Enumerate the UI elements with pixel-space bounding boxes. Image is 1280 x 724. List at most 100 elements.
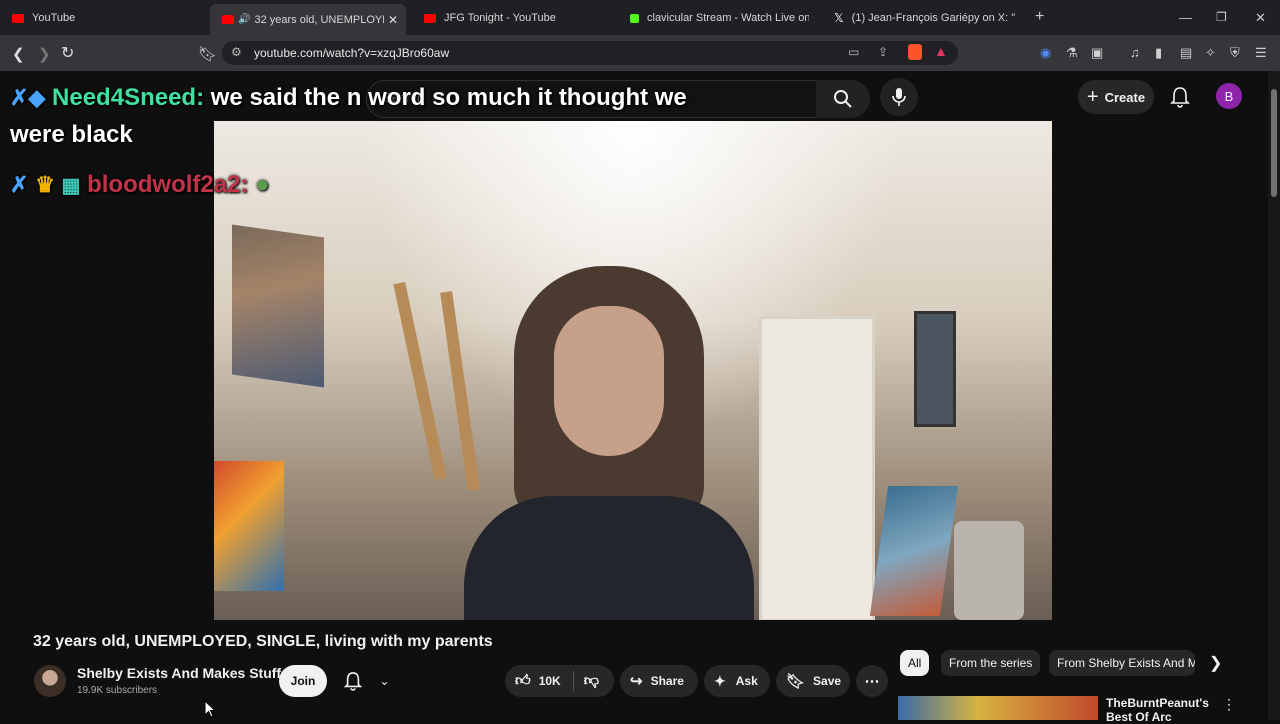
leo-icon[interactable]: ✧ xyxy=(1205,45,1216,61)
framed-picture xyxy=(914,311,956,427)
share-button[interactable]: ↪ Share xyxy=(620,665,698,697)
chat-message-1-continued: were black xyxy=(10,121,133,149)
more-actions-button[interactable]: ⋯ xyxy=(856,665,888,697)
subscriber-count: 19.9K subscribers xyxy=(77,685,158,696)
more-horizontal-icon: ⋯ xyxy=(864,673,880,690)
restore-icon[interactable]: ❐ xyxy=(1216,10,1227,24)
chat-message-1: ✗◆ Need4Sneed: we said the n word so muc… xyxy=(10,84,687,112)
kick-favicon-icon xyxy=(630,13,639,23)
url-text: youtube.com/watch?v=xzqJBro60aw xyxy=(254,46,450,60)
ask-label: Ask xyxy=(735,674,758,688)
menu-icon[interactable]: ☰ xyxy=(1255,45,1267,61)
search-button[interactable] xyxy=(816,80,870,118)
save-label: Save xyxy=(813,674,842,688)
reload-icon[interactable]: ↻ xyxy=(61,43,74,63)
video-player[interactable] xyxy=(214,121,1052,620)
chat-badge-icon: ▦ xyxy=(61,175,81,197)
create-button[interactable]: + Create xyxy=(1078,80,1154,114)
video-title: 32 years old, UNEMPLOYED, SINGLE, living… xyxy=(33,633,493,650)
brave-shield-icon[interactable] xyxy=(908,44,922,60)
join-button[interactable]: Join xyxy=(279,665,327,697)
recommendation-title-line: Best Of Arc xyxy=(1106,710,1172,724)
close-tab-icon[interactable]: ✕ xyxy=(388,13,398,27)
extensions-icon[interactable]: ⚗ xyxy=(1066,45,1078,61)
forward-icon[interactable]: ❯ xyxy=(38,45,51,63)
bookmark-icon[interactable]: 🔖︎ xyxy=(198,45,217,63)
tab-youtube[interactable]: YouTube xyxy=(0,4,200,32)
avatar-letter: B xyxy=(1224,88,1234,104)
like-dislike-group: 👍︎ 10K 👎︎ xyxy=(505,665,614,697)
notifications-bell-icon[interactable] xyxy=(1170,86,1190,108)
scrollbar-thumb[interactable] xyxy=(1271,89,1277,197)
bell-icon xyxy=(344,672,363,691)
chevron-down-icon: ⌄ xyxy=(379,674,390,688)
extension-2-icon[interactable]: ▣ xyxy=(1091,45,1103,61)
like-count[interactable]: 10K xyxy=(539,674,561,688)
microphone-icon xyxy=(892,88,906,106)
recommendation-thumbnail[interactable] xyxy=(898,696,1098,720)
like-icon[interactable]: 👍︎ xyxy=(515,672,531,690)
browser-tab-bar: YouTube 🔊 32 years old, UNEMPLOYED, S ✕ … xyxy=(0,0,1280,35)
minimize-icon[interactable]: — xyxy=(1179,10,1192,25)
extension-1-icon[interactable]: ◉ xyxy=(1040,45,1051,61)
chip-all[interactable]: All xyxy=(900,650,930,676)
mouse-cursor-icon xyxy=(204,700,216,718)
notification-settings-button[interactable]: ⌄ xyxy=(336,666,398,696)
chat-username: Need4Sneed: xyxy=(52,84,205,111)
share-label: Share xyxy=(650,674,684,688)
channel-name[interactable]: Shelby Exists And Makes Stuff xyxy=(77,665,281,681)
ask-button[interactable]: ✦ Ask xyxy=(704,665,770,697)
wallet-icon[interactable]: ▤ xyxy=(1180,45,1192,61)
chip-from-series[interactable]: From the series xyxy=(941,650,1041,676)
account-avatar[interactable]: B xyxy=(1216,83,1242,109)
new-tab-icon[interactable]: + xyxy=(1035,8,1044,26)
save-icon: 🔖︎ xyxy=(786,673,806,690)
tab-label: clavicular Stream - Watch Live on Kic xyxy=(647,12,809,24)
voice-search-button[interactable] xyxy=(880,78,918,116)
site-settings-icon[interactable]: ⚙ xyxy=(231,45,242,59)
tab-label: YouTube xyxy=(32,12,76,24)
speaker-icon: 🔊 xyxy=(238,14,251,25)
media-icon[interactable]: ♫ xyxy=(1130,45,1140,60)
x-logo-icon: 𝕏 xyxy=(834,11,844,25)
address-bar[interactable]: ⚙ youtube.com/watch?v=xzqJBro60aw ▭ ⇪ ▲ xyxy=(222,41,958,65)
cast-icon[interactable]: ▭ xyxy=(848,45,859,59)
share-icon: ↪ xyxy=(630,673,643,690)
chevron-right-icon[interactable]: ❯ xyxy=(1209,653,1222,673)
divider xyxy=(572,671,574,691)
vpn-icon[interactable]: ⛨ xyxy=(1230,45,1240,61)
recommendation-title-line: TheBurntPeanut's xyxy=(1106,696,1209,710)
wall-painting xyxy=(232,224,324,388)
back-icon[interactable]: ❮ xyxy=(12,45,25,63)
tab-kick-stream[interactable]: clavicular Stream - Watch Live on Kic xyxy=(618,4,814,32)
floral-painting xyxy=(214,461,284,591)
tab-jfg-tonight[interactable]: JFG Tonight - YouTube xyxy=(412,4,612,32)
youtube-favicon-icon xyxy=(424,13,436,23)
sidebar-icon[interactable]: ▮ xyxy=(1155,45,1162,61)
cat-tree xyxy=(954,521,1024,620)
chip-from-channel[interactable]: From Shelby Exists And M xyxy=(1049,650,1195,676)
close-window-icon[interactable]: ✕ xyxy=(1255,10,1266,26)
chat-message-2: ✗ ♛ ▦ bloodwolf2a2: ● xyxy=(10,171,270,199)
more-vertical-icon[interactable]: ⋮ xyxy=(1222,696,1236,713)
youtube-favicon-icon xyxy=(12,13,24,23)
tab-label: JFG Tonight - YouTube xyxy=(444,12,556,24)
channel-avatar[interactable] xyxy=(34,665,66,697)
chat-username: bloodwolf2a2: xyxy=(87,171,249,198)
create-label: Create xyxy=(1104,89,1146,105)
crown-badge-icon: ♛ xyxy=(35,172,55,197)
chat-badge-icon: ✗◆ xyxy=(10,85,46,110)
chat-text: were black xyxy=(10,121,133,148)
share-page-icon[interactable]: ⇪ xyxy=(878,45,888,59)
chat-text: we said the n word so much it thought we xyxy=(210,84,687,111)
save-button[interactable]: 🔖︎ Save xyxy=(776,665,850,697)
person xyxy=(454,266,764,620)
search-icon xyxy=(834,90,852,108)
pepe-emote-icon: ● xyxy=(255,171,270,198)
tab-current-video[interactable]: 🔊 32 years old, UNEMPLOYED, S ✕ xyxy=(210,4,406,35)
youtube-favicon-icon xyxy=(222,15,234,24)
page-scrollbar[interactable] xyxy=(1268,71,1280,720)
dislike-icon[interactable]: 👎︎ xyxy=(584,672,599,690)
brave-rewards-icon[interactable]: ▲ xyxy=(934,43,948,59)
tab-x-post[interactable]: 𝕏 (1) Jean-François Gariépy on X: " xyxy=(822,4,1022,32)
